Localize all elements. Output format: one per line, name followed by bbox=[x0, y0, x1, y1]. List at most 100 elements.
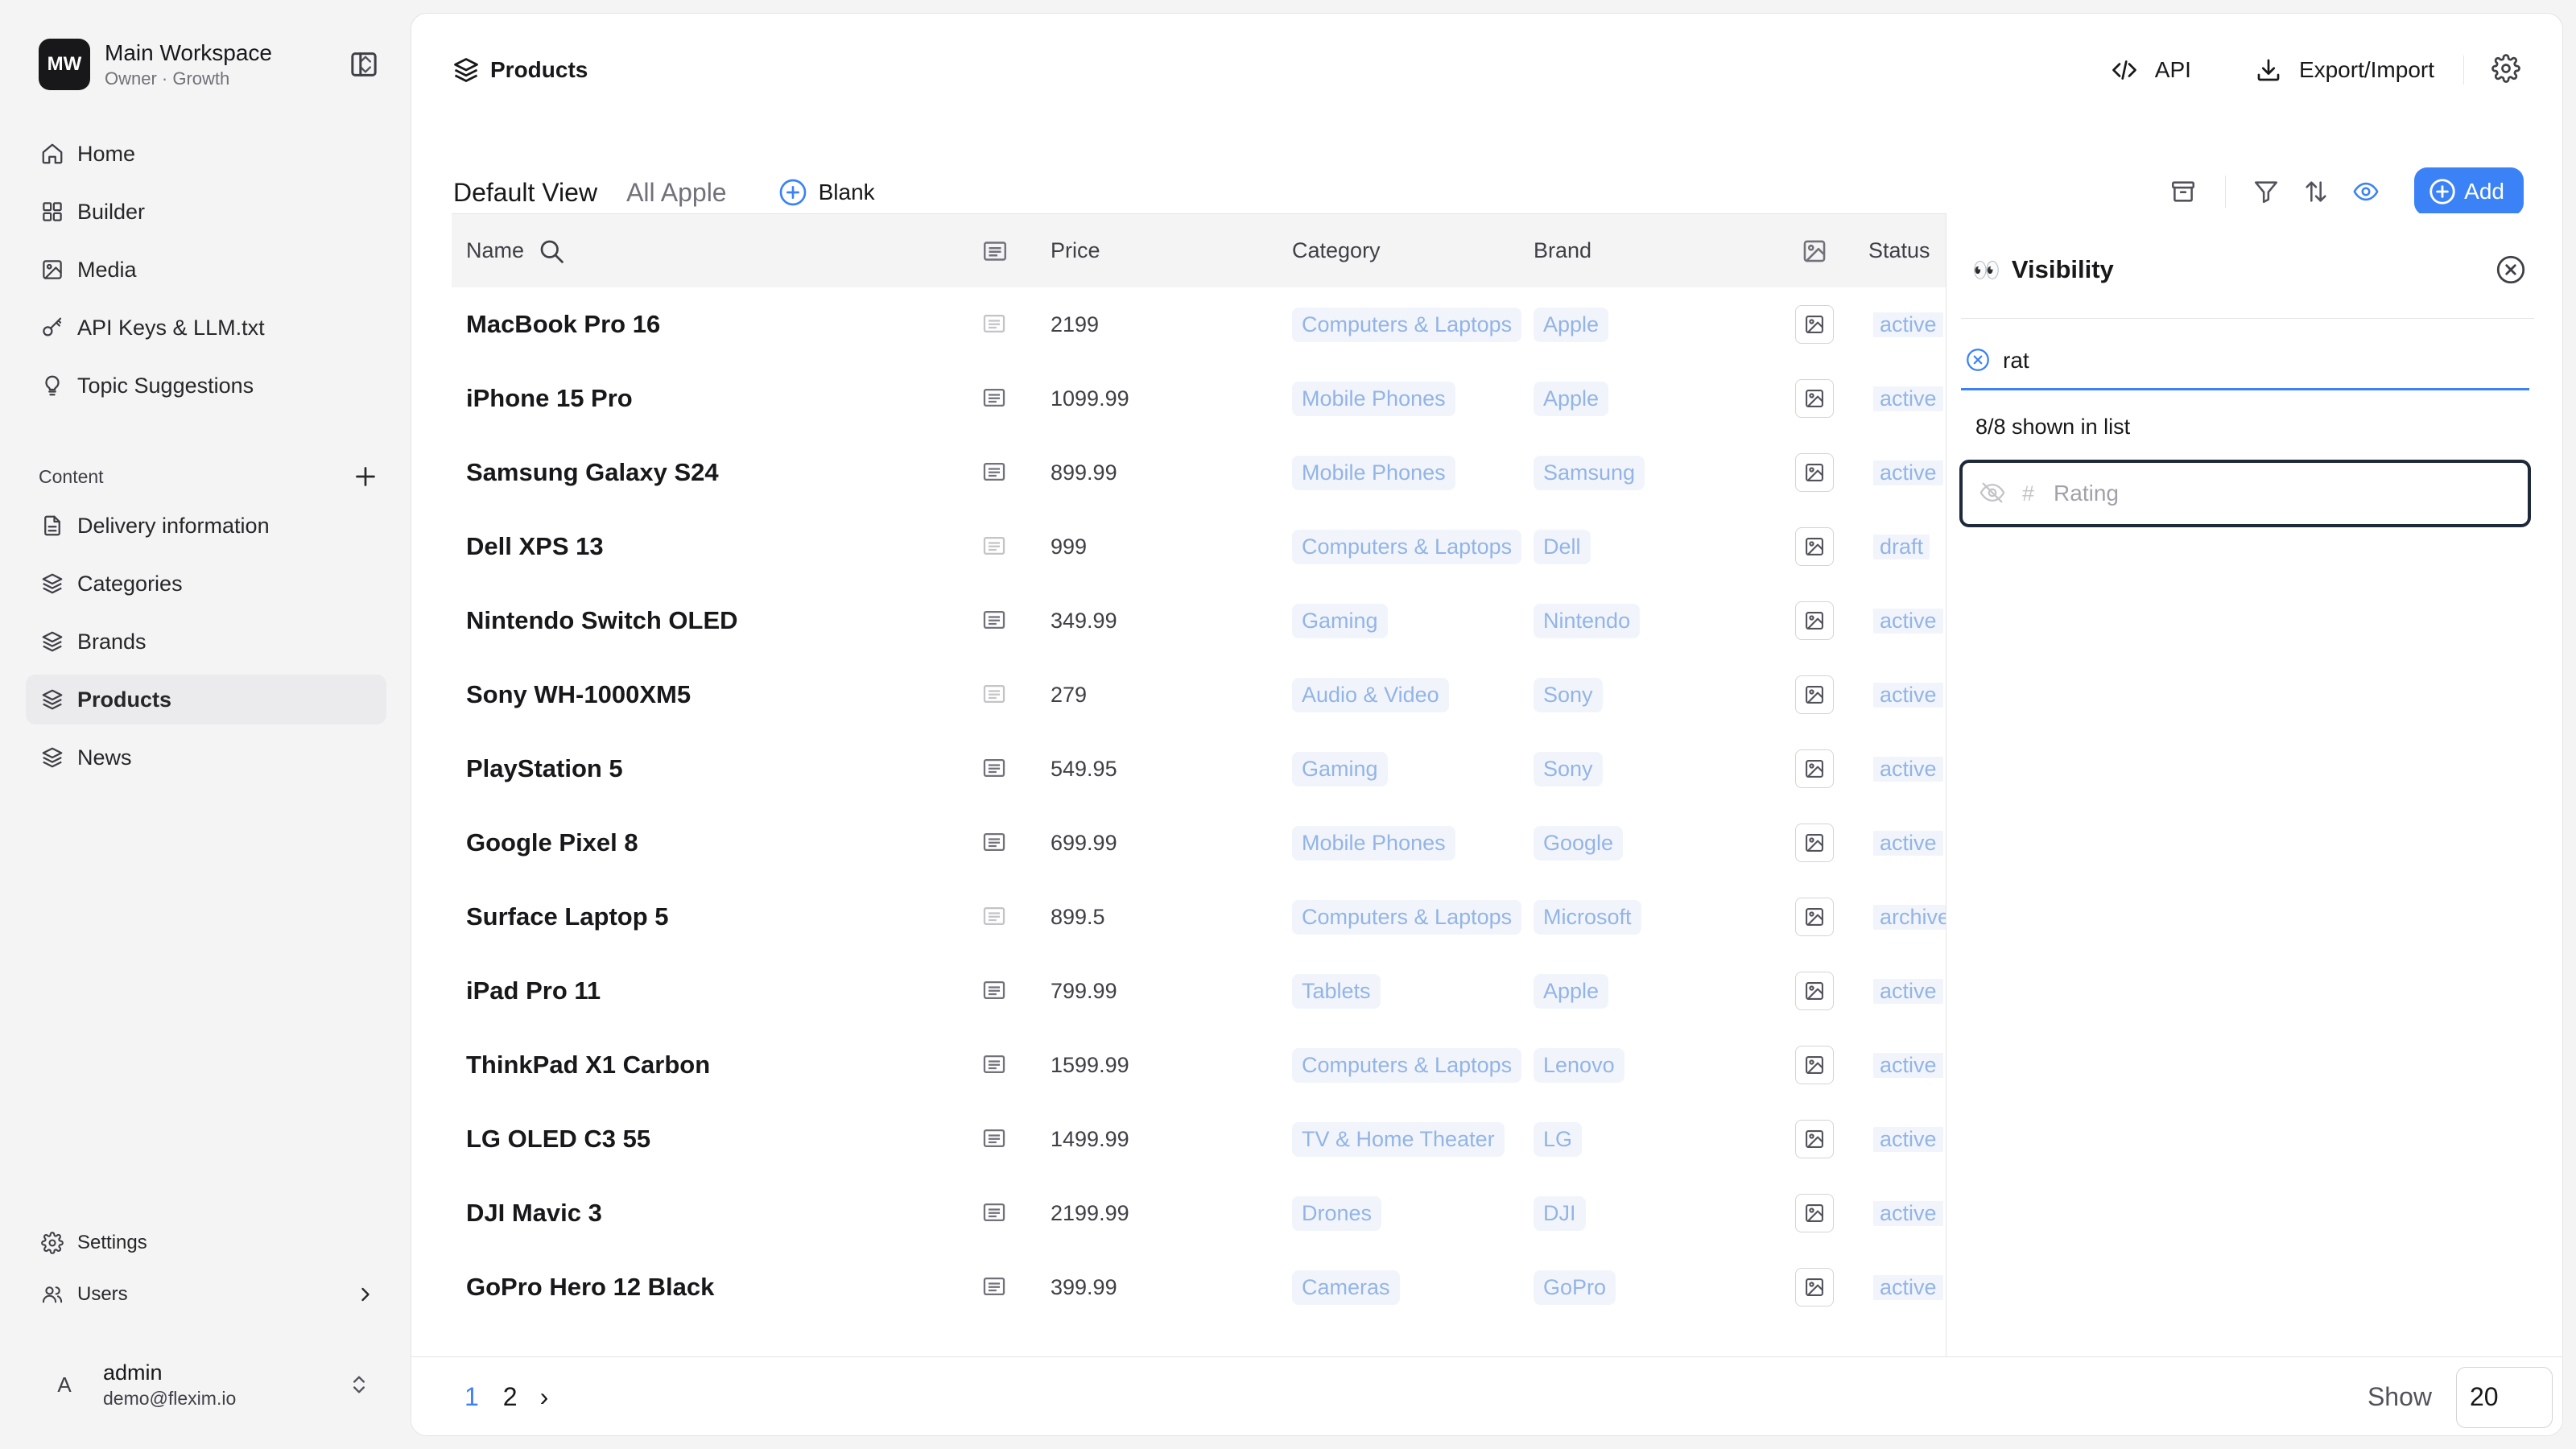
column-header-name[interactable]: Name bbox=[452, 237, 951, 266]
table-row[interactable]: Samsung Galaxy S24 899.99 Mobile Phones Sam… bbox=[452, 436, 1988, 510]
table-row[interactable]: GoPro Hero 12 Black 399.99 Cameras GoPro act… bbox=[452, 1250, 1988, 1324]
table-row[interactable]: Dell XPS 13 999 Computers & Laptops Dell dra… bbox=[452, 510, 1988, 584]
product-name[interactable]: ThinkPad X1 Carbon bbox=[466, 1051, 710, 1079]
image-icon[interactable] bbox=[1795, 305, 1834, 344]
category-tag[interactable]: TV & Home Theater bbox=[1292, 1121, 1505, 1157]
table-row[interactable]: iPad Pro 11 799.99 Tablets Apple active bbox=[452, 954, 1988, 1028]
brand-tag[interactable]: Nintendo bbox=[1534, 603, 1641, 638]
product-name[interactable]: MacBook Pro 16 bbox=[466, 310, 660, 338]
table-row[interactable]: Nintendo Switch OLED 349.99 Gaming Nintendo… bbox=[452, 584, 1988, 658]
table-row[interactable]: Sony WH-1000XM5 279 Audio & Video Sony activ… bbox=[452, 658, 1988, 732]
nav-item-users[interactable]: Users bbox=[26, 1272, 386, 1317]
sort-icon[interactable] bbox=[2297, 172, 2335, 211]
column-header-description[interactable] bbox=[951, 237, 1039, 266]
image-icon[interactable] bbox=[1795, 453, 1834, 492]
description-icon[interactable] bbox=[980, 902, 1009, 931]
close-icon[interactable] bbox=[2494, 253, 2528, 287]
description-icon[interactable] bbox=[980, 754, 1009, 783]
page-size-select[interactable]: 20 bbox=[2456, 1366, 2553, 1428]
nav-item-media[interactable]: Media bbox=[26, 245, 386, 295]
product-name[interactable]: PlayStation 5 bbox=[466, 754, 623, 782]
table-row[interactable]: MacBook Pro 16 2199 Computers & Laptops App… bbox=[452, 287, 1988, 361]
table-row[interactable]: PlayStation 5 549.95 Gaming Sony active bbox=[452, 732, 1988, 806]
add-content-type-icon[interactable] bbox=[351, 462, 380, 491]
gear-icon[interactable] bbox=[2491, 54, 2524, 86]
category-tag[interactable]: Mobile Phones bbox=[1292, 381, 1455, 416]
category-tag[interactable]: Drones bbox=[1292, 1195, 1382, 1231]
brand-tag[interactable]: Apple bbox=[1534, 307, 1609, 342]
description-icon[interactable] bbox=[980, 976, 1009, 1005]
nav-item-categories[interactable]: Categories bbox=[26, 559, 386, 609]
brand-tag[interactable]: Lenovo bbox=[1534, 1047, 1624, 1083]
description-icon[interactable] bbox=[980, 1051, 1009, 1080]
product-name[interactable]: iPhone 15 Pro bbox=[466, 384, 633, 412]
description-icon[interactable] bbox=[980, 828, 1009, 857]
nav-item-news[interactable]: News bbox=[26, 733, 386, 782]
category-tag[interactable]: Cameras bbox=[1292, 1269, 1400, 1305]
product-name[interactable]: Dell XPS 13 bbox=[466, 532, 604, 560]
nav-item-topic-suggestions[interactable]: Topic Suggestions bbox=[26, 361, 386, 411]
clear-search-icon[interactable] bbox=[1964, 346, 1993, 375]
column-header-image[interactable] bbox=[1778, 237, 1851, 265]
image-icon[interactable] bbox=[1795, 1046, 1834, 1084]
table-row[interactable]: ThinkPad X1 Carbon 1599.99 Computers & Lap… bbox=[452, 1028, 1988, 1102]
description-icon[interactable] bbox=[980, 1199, 1009, 1228]
image-icon[interactable] bbox=[1795, 1120, 1834, 1158]
nav-item-products[interactable]: Products bbox=[26, 675, 386, 724]
page-2-link[interactable]: 2 bbox=[503, 1382, 518, 1412]
column-header-category[interactable]: Category bbox=[1281, 238, 1522, 263]
brand-tag[interactable]: Microsoft bbox=[1534, 899, 1641, 935]
brand-tag[interactable]: LG bbox=[1534, 1121, 1583, 1157]
image-icon[interactable] bbox=[1795, 898, 1834, 936]
image-icon[interactable] bbox=[1795, 824, 1834, 862]
nav-item-home[interactable]: Home bbox=[26, 129, 386, 179]
description-icon[interactable] bbox=[980, 310, 1009, 339]
product-name[interactable]: DJI Mavic 3 bbox=[466, 1199, 602, 1227]
nav-item-settings[interactable]: Settings bbox=[26, 1220, 386, 1265]
nav-item-brands[interactable]: Brands bbox=[26, 617, 386, 667]
filter-icon[interactable] bbox=[2247, 172, 2285, 211]
category-tag[interactable]: Mobile Phones bbox=[1292, 455, 1455, 490]
workspace-switcher[interactable]: MW Main Workspace Owner · Growth bbox=[39, 35, 382, 93]
eye-icon[interactable] bbox=[2340, 172, 2392, 225]
description-icon[interactable] bbox=[980, 1125, 1009, 1154]
page-1-link[interactable]: 1 bbox=[464, 1382, 479, 1412]
brand-tag[interactable]: GoPro bbox=[1534, 1269, 1616, 1305]
table-row[interactable]: iPhone 15 Pro 1099.99 Mobile Phones Apple ac… bbox=[452, 361, 1988, 436]
api-button[interactable]: API bbox=[2110, 56, 2191, 85]
product-name[interactable]: Sony WH-1000XM5 bbox=[466, 680, 691, 708]
category-tag[interactable]: Gaming bbox=[1292, 751, 1388, 786]
product-name[interactable]: Nintendo Switch OLED bbox=[466, 606, 738, 634]
user-menu[interactable]: A admin demo@flexim.io bbox=[39, 1354, 380, 1415]
brand-tag[interactable]: Dell bbox=[1534, 529, 1591, 564]
category-tag[interactable]: Computers & Laptops bbox=[1292, 307, 1522, 342]
image-icon[interactable] bbox=[1795, 749, 1834, 788]
description-icon[interactable] bbox=[980, 1273, 1009, 1302]
image-icon[interactable] bbox=[1795, 601, 1834, 640]
field-visibility-item-rating[interactable]: # Rating bbox=[1959, 460, 2531, 527]
column-header-brand[interactable]: Brand bbox=[1522, 238, 1778, 263]
brand-tag[interactable]: Samsung bbox=[1534, 455, 1645, 490]
description-icon[interactable] bbox=[980, 606, 1009, 635]
brand-tag[interactable]: Google bbox=[1534, 825, 1624, 861]
nav-item-api-keys[interactable]: API Keys & LLM.txt bbox=[26, 303, 386, 353]
image-icon[interactable] bbox=[1795, 527, 1834, 566]
image-icon[interactable] bbox=[1795, 1194, 1834, 1232]
image-icon[interactable] bbox=[1795, 675, 1834, 714]
visibility-search-input[interactable] bbox=[2003, 347, 2486, 374]
column-header-price[interactable]: Price bbox=[1039, 238, 1281, 263]
table-row[interactable]: LG OLED C3 55 1499.99 TV & Home Theater LG a… bbox=[452, 1102, 1988, 1176]
product-name[interactable]: Samsung Galaxy S24 bbox=[466, 458, 719, 486]
brand-tag[interactable]: Sony bbox=[1534, 751, 1603, 786]
image-icon[interactable] bbox=[1795, 379, 1834, 418]
export-import-button[interactable]: Export/Import bbox=[2254, 56, 2434, 85]
nav-item-delivery-information[interactable]: Delivery information bbox=[26, 501, 386, 551]
category-tag[interactable]: Computers & Laptops bbox=[1292, 1047, 1522, 1083]
product-name[interactable]: Google Pixel 8 bbox=[466, 828, 638, 857]
sidebar-toggle-icon[interactable] bbox=[348, 48, 380, 80]
image-icon[interactable] bbox=[1795, 972, 1834, 1010]
category-tag[interactable]: Tablets bbox=[1292, 973, 1381, 1009]
eye-off-icon[interactable] bbox=[1979, 479, 2008, 508]
table-row[interactable]: Surface Laptop 5 899.5 Computers & Laptops… bbox=[452, 880, 1988, 954]
description-icon[interactable] bbox=[980, 384, 1009, 413]
